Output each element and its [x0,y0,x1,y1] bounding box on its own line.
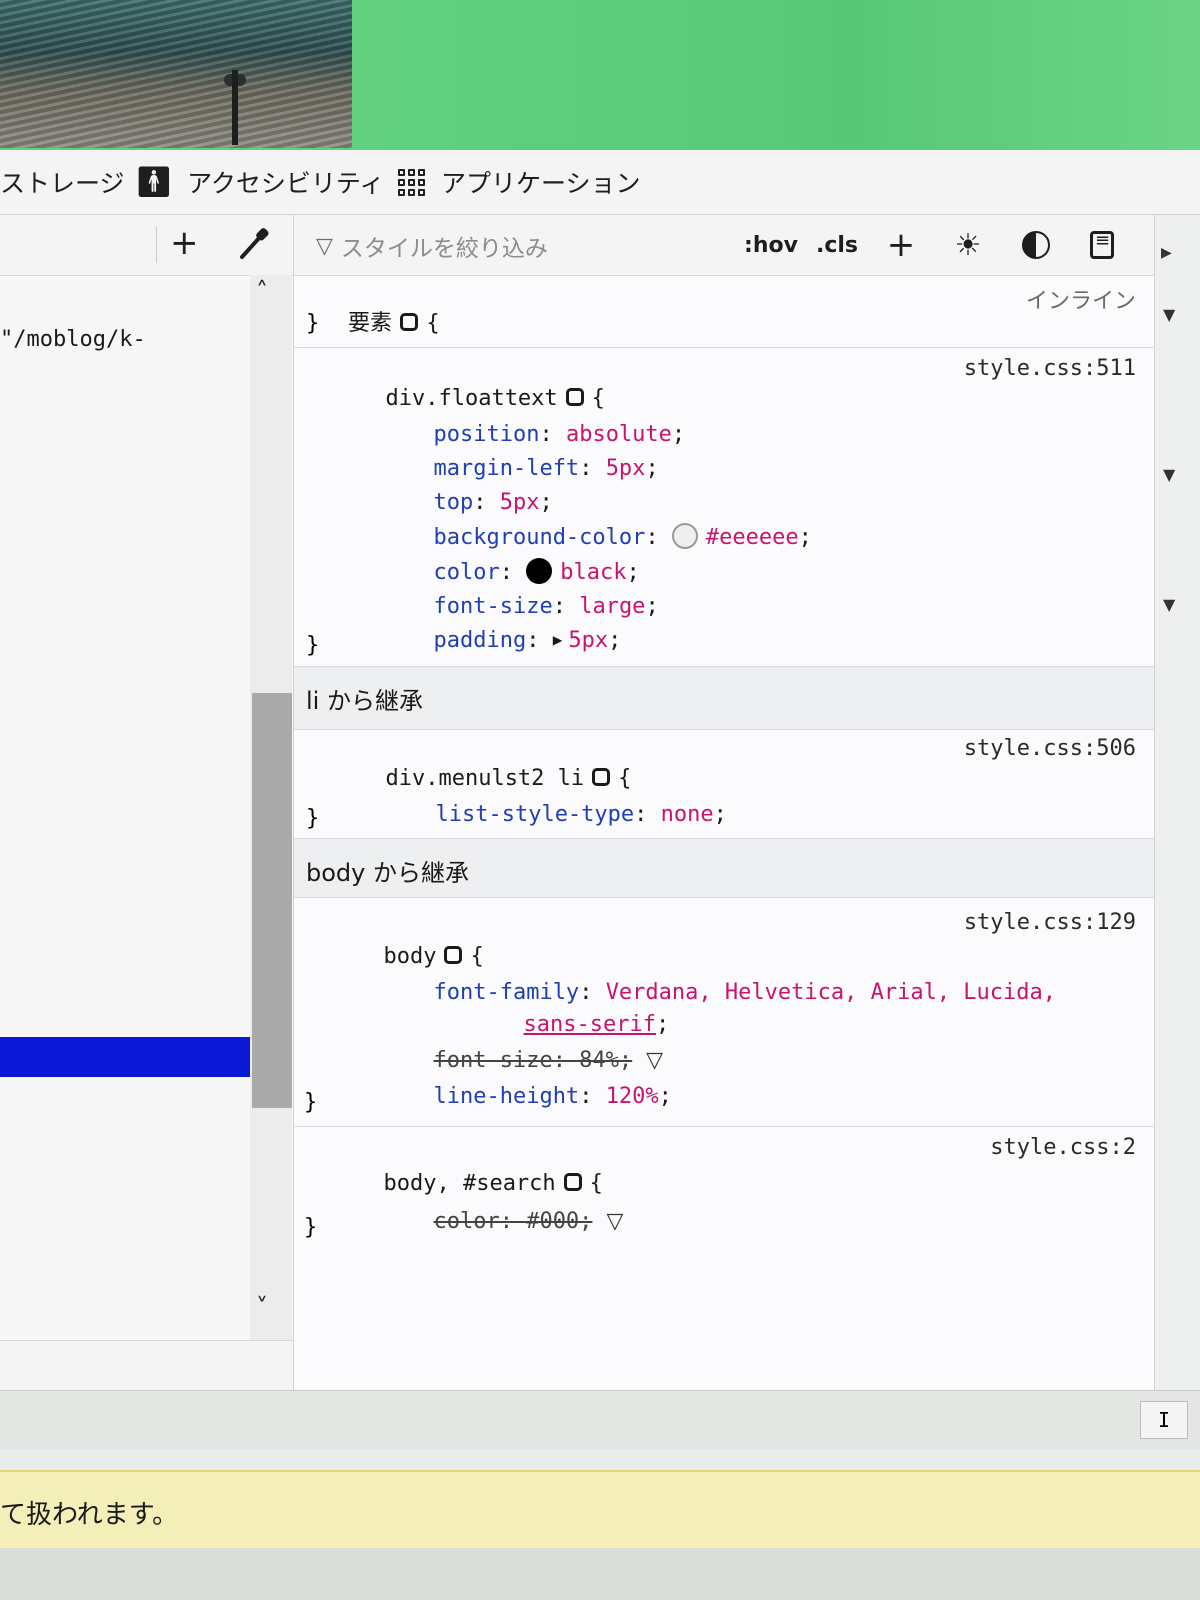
tab-accessibility[interactable]: 🚹︎ アクセシビリティ [135,150,384,214]
color-swatch[interactable] [671,523,698,549]
page-background [352,0,1200,150]
hov-button[interactable]: :hov [744,225,798,265]
plus-icon: + [886,225,916,265]
tab-accessibility-label: アクセシビリティ [187,169,385,198]
rule-source[interactable]: style.css:511 [964,356,1136,381]
property-name[interactable]: padding [433,628,526,653]
rule-floattext: div.floattext{ style.css:511 position: a… [294,348,1154,667]
tab-storage[interactable]: ストレージ [0,150,125,214]
rule-body-search: body, #search{ style.css:2 color: #000; ▽… [294,1127,1154,1267]
rule-selector[interactable]: 要素 [348,311,392,336]
selected-node-row[interactable] [0,1037,250,1077]
devtools-bottom-bar: I [0,1390,1200,1449]
print-media-button[interactable] [1082,225,1122,265]
add-node-button[interactable]: + [170,223,199,263]
close-brace: } [304,1215,318,1240]
screen-bezel [0,1548,1200,1600]
scroll-down-icon[interactable]: ˅ [256,1293,268,1321]
close-brace: } [306,806,320,831]
grid-icon [398,168,425,196]
property-value[interactable]: 5px [606,456,646,481]
open-brace: { [425,311,440,336]
close-brace: } [306,311,320,336]
rule-body: body{ style.css:129 font-family: Verdana… [294,898,1154,1127]
hov-label: :hov [744,232,798,258]
rules-pane: ▽ スタイルを絞り込み :hov .cls + ☀ 要素 { } インライン [294,215,1154,1390]
console-toggle-button[interactable]: I [1140,1401,1188,1439]
rule-menulst2-li: div.menulst2 li{ style.css:506 list-styl… [294,730,1154,839]
inherited-label: body から継承 [306,859,469,887]
overridden-declaration[interactable]: color: #000; ▽ [354,1177,623,1267]
markup-toolbar: + [0,215,293,276]
light-scheme-button[interactable]: ☀ [948,225,988,265]
markup-attribute-fragment[interactable]: "/moblog/k- [0,327,146,352]
tab-application[interactable]: アプリケーション [398,150,641,214]
rule-element: 要素 { } インライン [294,275,1154,348]
plus-icon: + [170,223,199,263]
chevron-down-icon[interactable]: ▼ [1163,305,1175,324]
sun-icon: ☀ [954,227,982,263]
toolbar-divider [156,227,157,263]
page-photo [0,0,352,148]
eyedropper-icon [240,228,269,259]
cls-label: .cls [815,232,859,258]
markup-pane: + ˄ ˅ "/moblog/k- [0,215,294,1391]
document-icon [1090,230,1114,259]
expand-triangle-icon[interactable]: ▶ [553,630,563,649]
scroll-up-icon[interactable]: ˄ [256,277,268,305]
close-brace: } [304,1090,318,1115]
markup-breadcrumb-bar [0,1340,293,1391]
rule-source[interactable]: style.css:129 [964,910,1136,935]
rule-source[interactable]: style.css:506 [964,736,1136,761]
funnel-icon[interactable]: ▽ [606,1209,623,1234]
add-rule-button[interactable]: + [884,225,918,265]
rule-source: インライン [1025,289,1136,314]
property-value[interactable]: none [661,802,714,827]
tab-storage-label: ストレージ [0,169,125,198]
property-name[interactable]: line-height [433,1084,579,1109]
rule-source[interactable]: style.css:2 [990,1135,1136,1160]
person-icon: 🚹︎ [135,164,174,200]
close-brace: } [306,633,320,658]
property-value[interactable]: 5px [568,628,608,653]
struck-declaration[interactable]: color: #000; [433,1209,592,1234]
play-icon[interactable]: ▶ [1161,245,1172,261]
style-filter-input[interactable]: ▽ スタイルを絞り込み [316,229,548,263]
dark-scheme-button[interactable] [1016,225,1056,265]
property-name[interactable]: list-style-type [435,802,634,827]
layout-sidebar: ▼ ▼ ▼ ▶ [1154,215,1200,1390]
gear-icon[interactable] [399,313,418,331]
chevron-down-icon[interactable]: ▼ [1163,595,1175,614]
property-value[interactable]: #eeeeee [706,525,799,550]
rules-toolbar: ▽ スタイルを絞り込み :hov .cls + ☀ [294,215,1154,276]
moon-icon [1022,231,1050,259]
lamp-pole [232,70,238,145]
tab-application-label: アプリケーション [441,169,641,198]
inherited-label: li から継承 [306,687,423,715]
eyedropper-button[interactable] [236,223,272,274]
page-content-area [0,0,1200,150]
cls-button[interactable]: .cls [814,225,860,265]
inherited-from-li-header: li から継承 [294,667,1154,730]
markup-scrollbar-thumb[interactable] [252,693,292,1108]
inherited-from-body-header: body から継承 [294,839,1154,898]
funnel-icon: ▽ [316,233,333,259]
chevron-down-icon[interactable]: ▼ [1163,465,1175,484]
devtools-tabbar: ストレージ 🚹︎ アクセシビリティ アプリケーション [0,150,1200,215]
property-value[interactable]: Verdana, Helvetica, Arial, Lucida, [606,980,1056,1005]
notice-bar: て扱われます。 [0,1470,1200,1550]
property-value[interactable]: 120% [606,1084,659,1109]
notice-text: て扱われます。 [0,1500,179,1530]
style-filter-placeholder: スタイルを絞り込み [340,236,548,262]
